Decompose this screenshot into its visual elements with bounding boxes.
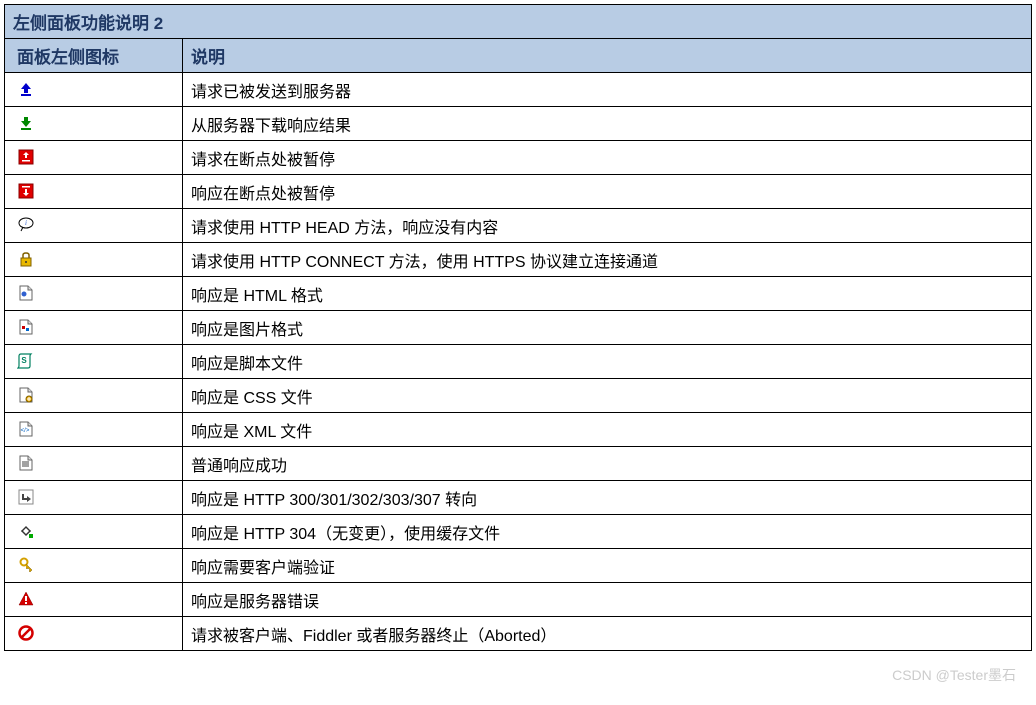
row-desc: 响应是 CSS 文件: [183, 379, 1032, 413]
row-desc: 响应是图片格式: [183, 311, 1032, 345]
table-row: 请求已被发送到服务器: [5, 73, 1032, 107]
table-row: 响应在断点处被暂停: [5, 175, 1032, 209]
css-icon: [17, 386, 35, 404]
table-row: 响应是服务器错误: [5, 583, 1032, 617]
col-header-desc: 说明: [183, 39, 1032, 73]
row-desc: 响应需要客户端验证: [183, 549, 1032, 583]
table-row: 响应需要客户端验证: [5, 549, 1032, 583]
breakpoint-req-icon: [17, 148, 35, 166]
table-row: 响应是 CSS 文件: [5, 379, 1032, 413]
html-icon: [17, 284, 35, 302]
success-icon: [17, 454, 35, 472]
table-row: 请求使用 HTTP CONNECT 方法，使用 HTTPS 协议建立连接通道: [5, 243, 1032, 277]
lock-icon: [17, 250, 35, 268]
table-row: 请求在断点处被暂停: [5, 141, 1032, 175]
row-desc: 请求使用 HTTP HEAD 方法，响应没有内容: [183, 209, 1032, 243]
row-desc: 响应是 XML 文件: [183, 413, 1032, 447]
table-row: S 响应是脚本文件: [5, 345, 1032, 379]
aborted-icon: [17, 624, 35, 642]
table-row: 响应是 HTTP 304（无变更），使用缓存文件: [5, 515, 1032, 549]
row-desc: 响应是 HTTP 304（无变更），使用缓存文件: [183, 515, 1032, 549]
table-row: 响应是 HTTP 300/301/302/303/307 转向: [5, 481, 1032, 515]
table-row: i 请求使用 HTTP HEAD 方法，响应没有内容: [5, 209, 1032, 243]
table-row: 普通响应成功: [5, 447, 1032, 481]
row-desc: 请求被客户端、Fiddler 或者服务器终止（Aborted）: [183, 617, 1032, 651]
row-desc: 响应在断点处被暂停: [183, 175, 1032, 209]
svg-text:</>: </>: [21, 428, 30, 434]
row-desc: 普通响应成功: [183, 447, 1032, 481]
breakpoint-res-icon: [17, 182, 35, 200]
row-desc: 请求已被发送到服务器: [183, 73, 1032, 107]
col-header-icon: 面板左侧图标: [5, 39, 183, 73]
table-row: 从服务器下载响应结果: [5, 107, 1032, 141]
upload-icon: [17, 80, 35, 98]
row-desc: 响应是 HTML 格式: [183, 277, 1032, 311]
table-row: 请求被客户端、Fiddler 或者服务器终止（Aborted）: [5, 617, 1032, 651]
script-icon: S: [17, 352, 35, 370]
auth-icon: [17, 556, 35, 574]
table-title: 左侧面板功能说明 2: [5, 5, 1032, 39]
icon-legend-table: 左侧面板功能说明 2 面板左侧图标 说明 请求已被发送到服务器 从服务器下载响应…: [4, 4, 1032, 651]
cache-icon: [17, 522, 35, 540]
image-icon: [17, 318, 35, 336]
row-desc: 响应是 HTTP 300/301/302/303/307 转向: [183, 481, 1032, 515]
svg-text:i: i: [25, 219, 27, 227]
download-icon: [17, 114, 35, 132]
xml-icon: </>: [17, 420, 35, 438]
row-desc: 响应是服务器错误: [183, 583, 1032, 617]
redirect-icon: [17, 488, 35, 506]
table-row: </> 响应是 XML 文件: [5, 413, 1032, 447]
error-icon: [17, 590, 35, 608]
svg-text:S: S: [21, 356, 27, 365]
row-desc: 从服务器下载响应结果: [183, 107, 1032, 141]
row-desc: 请求使用 HTTP CONNECT 方法，使用 HTTPS 协议建立连接通道: [183, 243, 1032, 277]
table-row: 响应是 HTML 格式: [5, 277, 1032, 311]
row-desc: 响应是脚本文件: [183, 345, 1032, 379]
table-row: 响应是图片格式: [5, 311, 1032, 345]
watermark: CSDN @Tester墨石: [892, 665, 1016, 685]
head-icon: i: [17, 216, 35, 234]
row-desc: 请求在断点处被暂停: [183, 141, 1032, 175]
